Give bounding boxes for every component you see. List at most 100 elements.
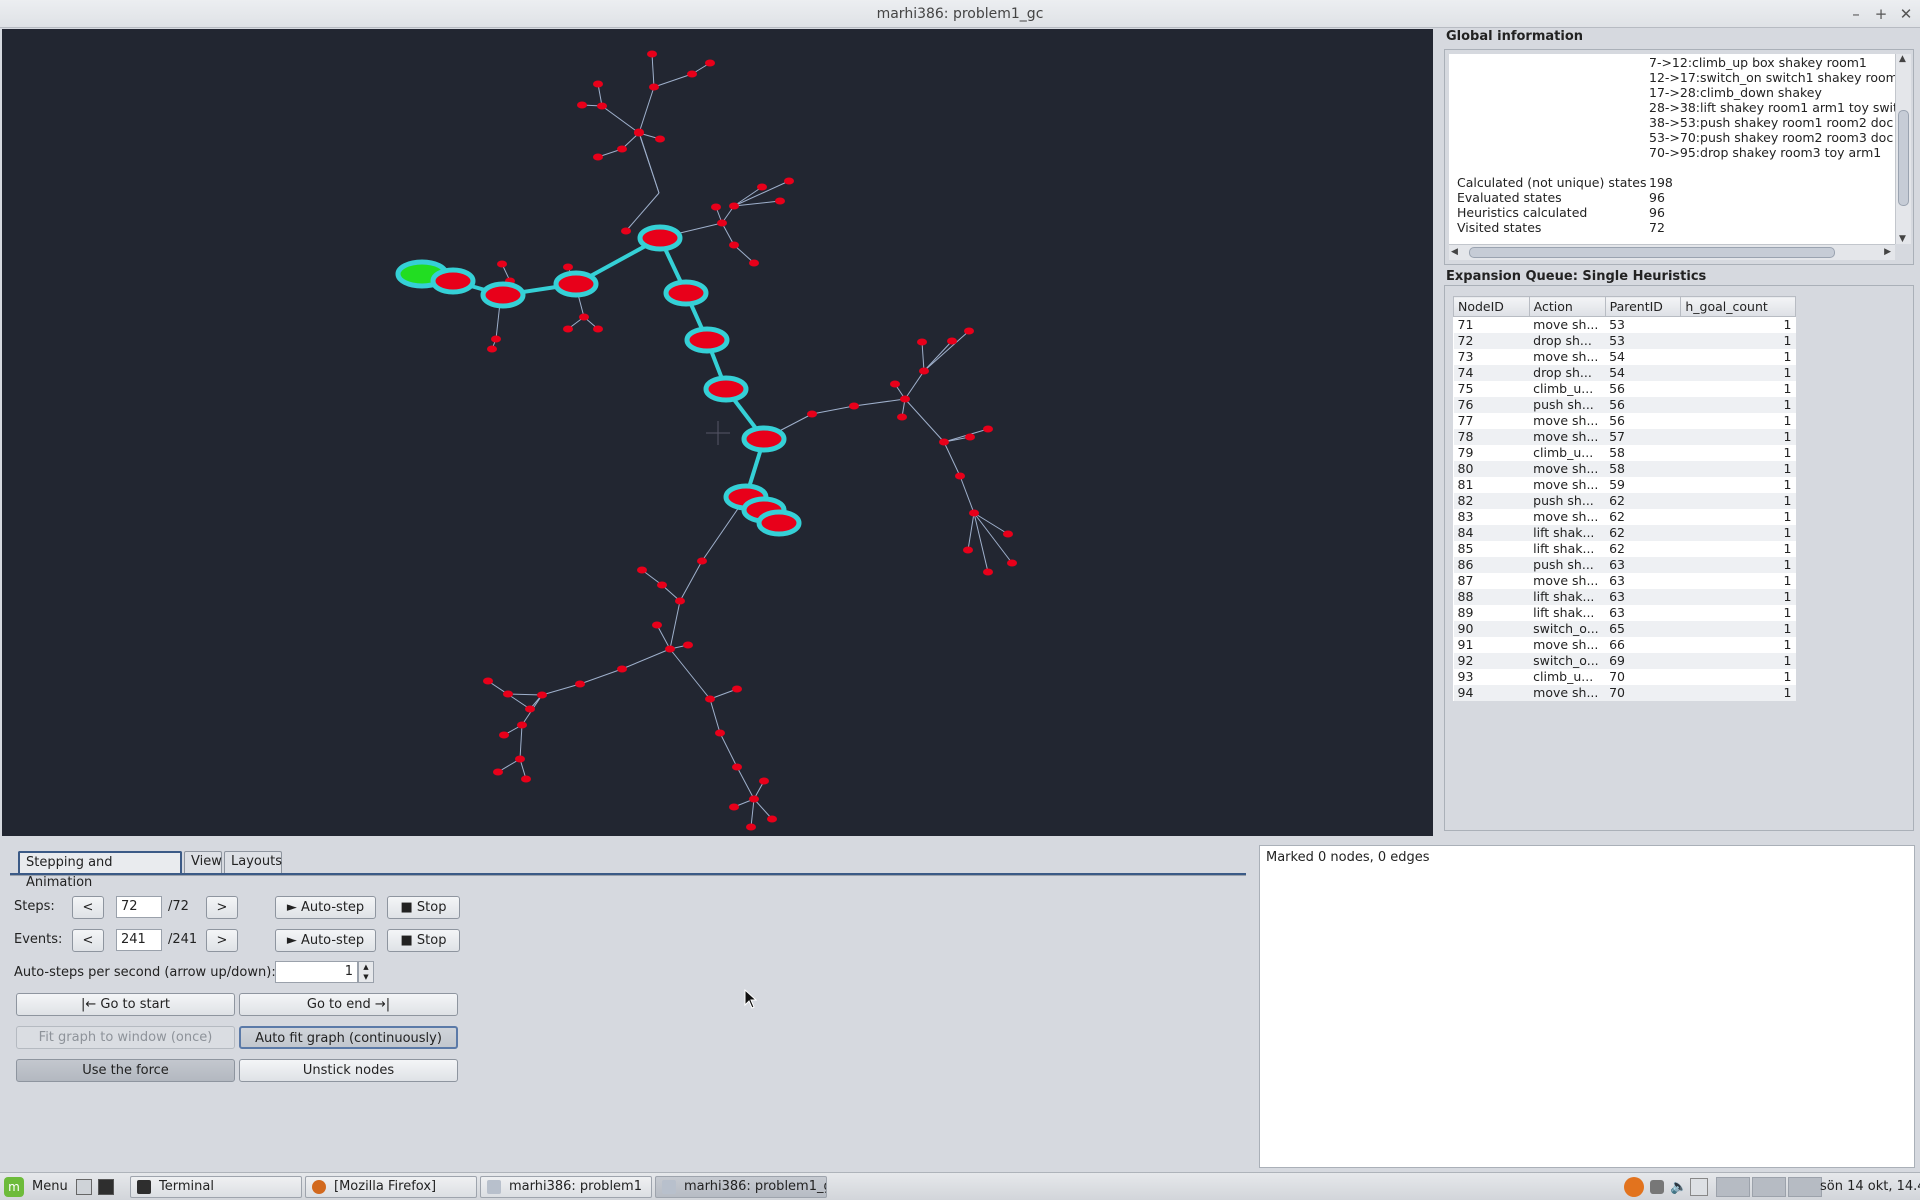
state-node[interactable]	[525, 705, 535, 713]
fit-graph-once-button[interactable]: Fit graph to window (once)	[16, 1026, 235, 1049]
events-prev-button[interactable]: <	[72, 929, 104, 952]
table-row[interactable]: 75 climb_u... 56 1	[1454, 381, 1796, 397]
tab-layouts[interactable]: Layouts	[224, 851, 282, 873]
table-row[interactable]: 78 move sh... 57 1	[1453, 428, 1796, 445]
tab-stepping-animation[interactable]: Stepping and Animation	[18, 851, 182, 890]
table-row[interactable]: 91 move sh... 66 1	[1454, 637, 1796, 653]
minimize-icon[interactable]: –	[1845, 3, 1867, 25]
message-area[interactable]: Marked 0 nodes, 0 edges	[1259, 845, 1915, 1168]
firefox-tray-icon[interactable]	[1624, 1177, 1644, 1197]
state-node[interactable]	[593, 325, 603, 333]
state-node[interactable]	[983, 425, 993, 433]
table-row[interactable]: 72 drop sh... 53 1	[1453, 332, 1796, 349]
scroll-down-icon[interactable]: ▼	[1899, 234, 1906, 244]
state-node[interactable]	[849, 402, 859, 410]
state-node[interactable]	[705, 59, 715, 67]
state-node[interactable]	[917, 338, 927, 346]
table-row[interactable]: 86 push sh... 63 1	[1453, 556, 1796, 573]
table-row[interactable]: 92 switch_o... 69 1	[1453, 652, 1796, 669]
global-horizontal-scrollbar[interactable]: ◀ ▶	[1449, 244, 1895, 260]
state-node[interactable]	[563, 325, 573, 333]
steps-input[interactable]: 72	[116, 896, 162, 918]
table-row[interactable]: 85 lift shak... 62 1	[1454, 541, 1796, 557]
events-stop-button[interactable]: ■ Stop	[387, 929, 460, 952]
scroll-right-icon[interactable]: ▶	[1884, 247, 1891, 257]
table-row[interactable]: 80 move sh... 58 1	[1453, 460, 1796, 477]
scroll-left-icon[interactable]: ◀	[1451, 247, 1458, 257]
state-node[interactable]	[963, 546, 973, 554]
table-row[interactable]: 93 climb_u... 70 1	[1454, 669, 1796, 685]
workspace-3[interactable]	[1788, 1177, 1822, 1197]
column-header-heuristic[interactable]: h_goal_count	[1680, 296, 1796, 317]
state-node[interactable]	[537, 691, 547, 699]
task-terminal[interactable]: Terminal	[130, 1176, 302, 1198]
table-row[interactable]: 83 move sh... 62 1	[1454, 509, 1796, 525]
state-node[interactable]	[983, 568, 993, 576]
global-info-view[interactable]: 7->12:climb_up box shakey room1 12->17:s…	[1449, 54, 1895, 244]
state-node[interactable]	[729, 202, 739, 210]
volume-icon[interactable]: 🔈	[1670, 1179, 1687, 1195]
network-icon[interactable]	[1650, 1180, 1664, 1194]
state-node[interactable]	[757, 183, 767, 191]
table-row[interactable]: 82 push sh... 62 1	[1453, 492, 1796, 509]
table-row[interactable]: 84 lift shak... 62 1	[1453, 524, 1796, 541]
state-node[interactable]	[729, 241, 739, 249]
state-node[interactable]	[1003, 530, 1013, 538]
steps-prev-button[interactable]: <	[72, 896, 104, 919]
tab-view[interactable]: View	[184, 851, 222, 873]
menu-label[interactable]: Menu	[32, 1179, 68, 1194]
scroll-thumb[interactable]	[1469, 247, 1835, 258]
table-row[interactable]: 76 push sh... 56 1	[1453, 396, 1796, 413]
state-node[interactable]	[487, 345, 497, 353]
state-node[interactable]	[767, 815, 777, 823]
steps-autostep-button[interactable]: ► Auto-step	[275, 896, 376, 919]
terminal-launcher-icon[interactable]	[98, 1179, 114, 1195]
search-graph[interactable]	[2, 29, 1433, 836]
workspace-1[interactable]	[1716, 1177, 1750, 1197]
state-node[interactable]	[593, 80, 603, 88]
scroll-up-icon[interactable]: ▲	[1899, 54, 1906, 64]
path-node[interactable]	[480, 281, 526, 309]
graph-nodes[interactable]	[395, 50, 1017, 831]
table-row[interactable]: 89 lift shak... 63 1	[1454, 605, 1796, 621]
global-vertical-scrollbar[interactable]: ▲ ▼	[1895, 54, 1911, 244]
state-node[interactable]	[503, 690, 513, 698]
state-node[interactable]	[637, 566, 647, 574]
state-node[interactable]	[655, 135, 665, 143]
table-row[interactable]: 87 move sh... 63 1	[1454, 573, 1796, 589]
state-node[interactable]	[575, 680, 585, 688]
path-node[interactable]	[684, 326, 730, 354]
state-node[interactable]	[749, 259, 759, 267]
state-node[interactable]	[784, 177, 794, 185]
auto-fit-graph-button[interactable]: Auto fit graph (continuously)	[239, 1026, 458, 1049]
state-node[interactable]	[939, 438, 949, 446]
state-node[interactable]	[919, 367, 929, 375]
state-node[interactable]	[517, 721, 527, 729]
state-node[interactable]	[890, 380, 900, 388]
steps-stop-button[interactable]: ■ Stop	[387, 896, 460, 919]
task-problem1[interactable]: marhi386: problem1	[480, 1176, 652, 1198]
state-node[interactable]	[579, 313, 589, 321]
state-node[interactable]	[746, 823, 756, 831]
state-node[interactable]	[657, 581, 667, 589]
table-row[interactable]: 94 move sh... 70 1	[1453, 684, 1796, 701]
use-the-force-button[interactable]: Use the force	[16, 1059, 235, 1082]
column-header-action[interactable]: Action	[1528, 296, 1606, 317]
state-node[interactable]	[1007, 559, 1017, 567]
table-row[interactable]: 79 climb_u... 58 1	[1454, 445, 1796, 461]
table-row[interactable]: 73 move sh... 54 1	[1454, 349, 1796, 365]
table-row[interactable]: 81 move sh... 59 1	[1454, 477, 1796, 493]
workspace-2[interactable]	[1752, 1177, 1786, 1197]
state-node[interactable]	[649, 83, 659, 91]
maximize-icon[interactable]: +	[1870, 3, 1892, 25]
path-node[interactable]	[703, 375, 749, 403]
state-node[interactable]	[955, 472, 965, 480]
state-node[interactable]	[947, 337, 957, 345]
state-node[interactable]	[483, 677, 493, 685]
task-problem1-gc[interactable]: marhi386: problem1_gc	[655, 1176, 827, 1198]
path-node[interactable]	[637, 224, 683, 252]
table-row[interactable]: 71 move sh... 53 1	[1454, 317, 1796, 333]
state-node[interactable]	[617, 145, 627, 153]
path-node[interactable]	[741, 425, 787, 453]
state-node[interactable]	[515, 755, 525, 763]
